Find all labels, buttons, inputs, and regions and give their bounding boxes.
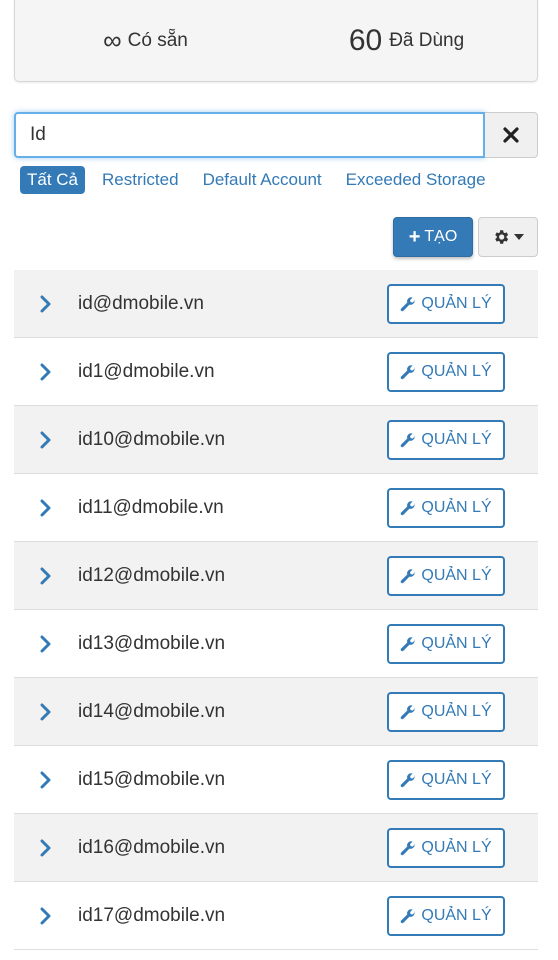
- chevron-right-icon[interactable]: [40, 907, 58, 925]
- wrench-icon: [401, 841, 416, 856]
- wrench-icon: [401, 297, 416, 312]
- manage-button-label: QUẢN LÝ: [421, 363, 492, 380]
- list-item[interactable]: id15@dmobile.vn QUẢN LÝ: [14, 746, 538, 814]
- manage-button[interactable]: QUẢN LÝ: [387, 896, 505, 936]
- search-bar: [14, 112, 538, 158]
- list-item[interactable]: id14@dmobile.vn QUẢN LÝ: [14, 678, 538, 746]
- manage-button[interactable]: QUẢN LÝ: [387, 352, 505, 392]
- manage-button-label: QUẢN LÝ: [421, 703, 492, 720]
- wrench-icon: [401, 773, 416, 788]
- manage-button-label: QUẢN LÝ: [421, 771, 492, 788]
- list-item[interactable]: id16@dmobile.vn QUẢN LÝ: [14, 814, 538, 882]
- list-item[interactable]: id11@dmobile.vn QUẢN LÝ: [14, 474, 538, 542]
- wrench-icon: [401, 637, 416, 652]
- chevron-right-icon[interactable]: [40, 703, 58, 721]
- manage-button[interactable]: QUẢN LÝ: [387, 624, 505, 664]
- manage-button-label: QUẢN LÝ: [421, 567, 492, 584]
- infinity-value: ∞: [103, 25, 122, 55]
- chevron-right-icon[interactable]: [40, 635, 58, 653]
- filter-restricted[interactable]: Restricted: [95, 166, 186, 194]
- gear-icon: [495, 230, 509, 244]
- manage-button-label: QUẢN LÝ: [421, 295, 492, 312]
- search-input[interactable]: [14, 112, 485, 158]
- chevron-right-icon[interactable]: [40, 839, 58, 857]
- list-item[interactable]: id1@dmobile.vn QUẢN LÝ: [14, 338, 538, 406]
- wrench-icon: [401, 501, 416, 516]
- list-item[interactable]: id@dmobile.vn QUẢN LÝ: [14, 270, 538, 338]
- manage-button-label: QUẢN LÝ: [421, 907, 492, 924]
- manage-button[interactable]: QUẢN LÝ: [387, 284, 505, 324]
- used-count: 60: [348, 23, 383, 57]
- filter-tabs: Tất Cả Restricted Default Account Exceed…: [20, 166, 503, 194]
- filter-default-account[interactable]: Default Account: [196, 166, 329, 194]
- quota-stats-panel: ∞ Có sẵn 60 Đã Dùng: [14, 0, 538, 82]
- wrench-icon: [401, 569, 416, 584]
- chevron-right-icon[interactable]: [40, 431, 58, 449]
- stat-available: ∞ Có sẵn: [15, 0, 276, 81]
- list-item[interactable]: id10@dmobile.vn QUẢN LÝ: [14, 406, 538, 474]
- filter-all[interactable]: Tất Cả: [20, 166, 86, 194]
- wrench-icon: [401, 433, 416, 448]
- stat-available-label: Có sẵn: [127, 29, 188, 51]
- manage-button[interactable]: QUẢN LÝ: [387, 760, 505, 800]
- account-list: id@dmobile.vn QUẢN LÝ id1@dmobile.vn QUẢN L…: [14, 270, 538, 950]
- chevron-right-icon[interactable]: [40, 567, 58, 585]
- create-button[interactable]: + TẠO: [393, 217, 473, 257]
- stat-used-label: Đã Dùng: [389, 29, 465, 51]
- wrench-icon: [401, 365, 416, 380]
- manage-button[interactable]: QUẢN LÝ: [387, 556, 505, 596]
- list-item[interactable]: id12@dmobile.vn QUẢN LÝ: [14, 542, 538, 610]
- list-item[interactable]: id13@dmobile.vn QUẢN LÝ: [14, 610, 538, 678]
- filter-exceeded-storage[interactable]: Exceeded Storage: [339, 166, 493, 194]
- list-item[interactable]: id17@dmobile.vn QUẢN LÝ: [14, 882, 538, 950]
- clear-search-button[interactable]: [485, 112, 538, 158]
- close-icon: [503, 127, 519, 143]
- manage-button-label: QUẢN LÝ: [421, 431, 492, 448]
- manage-button[interactable]: QUẢN LÝ: [387, 692, 505, 732]
- manage-button[interactable]: QUẢN LÝ: [387, 828, 505, 868]
- manage-button[interactable]: QUẢN LÝ: [387, 488, 505, 528]
- stat-used: 60 Đã Dùng: [276, 0, 537, 81]
- chevron-right-icon[interactable]: [40, 499, 58, 517]
- plus-icon: +: [408, 226, 421, 248]
- create-button-label: TẠO: [424, 228, 458, 245]
- caret-down-icon: [514, 234, 524, 240]
- chevron-right-icon[interactable]: [40, 295, 58, 313]
- settings-dropdown-button[interactable]: [478, 217, 538, 257]
- chevron-right-icon[interactable]: [40, 771, 58, 789]
- chevron-right-icon[interactable]: [40, 363, 58, 381]
- wrench-icon: [401, 909, 416, 924]
- manage-button-label: QUẢN LÝ: [421, 635, 492, 652]
- manage-button-label: QUẢN LÝ: [421, 839, 492, 856]
- wrench-icon: [401, 705, 416, 720]
- manage-button[interactable]: QUẢN LÝ: [387, 420, 505, 460]
- manage-button-label: QUẢN LÝ: [421, 499, 492, 516]
